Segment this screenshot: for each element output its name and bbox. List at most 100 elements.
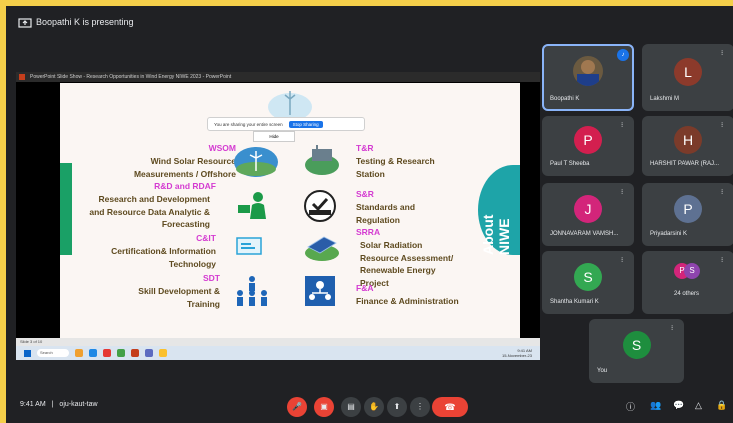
powerpoint-title: PowerPoint Slide Show - Research Opportu…	[30, 74, 232, 80]
tile-options-icon[interactable]: ⁝	[721, 122, 727, 130]
slide-desc-sdt: Skill Development & Training	[138, 286, 220, 309]
participant-name: Lakshmi M	[650, 96, 680, 102]
slide-desc-tr: Testing & Research Station	[356, 156, 435, 179]
participant-name: You	[597, 368, 608, 374]
globe-turbine-icon	[268, 91, 312, 121]
participant-avatar: J	[574, 194, 602, 223]
hide-banner-button[interactable]: Hide	[253, 131, 295, 142]
people-icon[interactable]: 👥	[650, 400, 661, 411]
participant-avatar: P	[574, 126, 602, 154]
participant-tile[interactable]: ⁝♪Boopathi K	[542, 44, 634, 111]
chat-icon[interactable]: 💬	[673, 400, 684, 411]
slide-code-tr: T&R	[356, 143, 374, 153]
solar-panel-icon	[305, 236, 339, 261]
participant-avatar: S	[622, 331, 651, 359]
slide-desc-wsom: Wind Solar Resource Measurements / Offsho…	[133, 156, 236, 179]
certificate-screen-icon	[236, 237, 262, 255]
mic-off-button[interactable]: 🎤	[287, 397, 307, 417]
tile-options-icon[interactable]: ⁝	[721, 50, 727, 58]
raise-hand-button[interactable]: ✋	[364, 397, 384, 417]
slide-code-sr: S&R	[356, 189, 374, 199]
participant-tile[interactable]: ⁝ S You	[589, 319, 684, 383]
stop-sharing-button[interactable]: Stop Sharing	[288, 120, 323, 128]
leave-call-button[interactable]: ☎	[432, 397, 468, 417]
camera-off-button[interactable]: ▣	[314, 397, 334, 417]
powerpoint-titlebar: PowerPoint Slide Show - Research Opportu…	[16, 72, 540, 82]
slide-code-rd: R&D and RDAF	[154, 181, 216, 191]
powerpoint-taskbar-icon[interactable]	[131, 349, 139, 357]
present-screen-icon	[18, 18, 32, 28]
taskbar-clock: 9:41 AM 15-November-23	[501, 348, 532, 358]
about-niwe-label: About NIWE	[480, 214, 512, 255]
slide-desc-fa: Finance & Administration	[356, 296, 459, 306]
slide-code-cit: C&IT	[196, 233, 216, 243]
info-icon[interactable]: ⓘ	[626, 400, 635, 413]
training-group-icon	[237, 276, 267, 306]
tile-options-icon[interactable]: ⁝	[621, 189, 627, 197]
participant-name: Paul T Sheeba	[550, 161, 590, 167]
meet-window: Boopathi K is presenting PowerPoint Slid…	[6, 6, 733, 423]
meeting-clock: 9:41 AM | oju-kaut-taw	[20, 401, 98, 408]
sharing-banner: You are sharing your entire screen Stop …	[207, 117, 365, 131]
speaking-indicator-icon: ♪	[617, 49, 629, 61]
edge-icon[interactable]	[89, 349, 97, 357]
powerpoint-icon	[19, 74, 25, 80]
participant-tile[interactable]: ⁝ H HARSHIT PAWAR (RAJ...	[642, 116, 733, 176]
tile-options-icon[interactable]: ⁝	[621, 257, 627, 265]
taskbar-search[interactable]: Search	[37, 349, 69, 357]
participant-photo	[573, 56, 603, 86]
slide: You are sharing your entire screen Stop …	[60, 83, 520, 338]
slide-code-wsom: WSOM	[208, 143, 236, 153]
researcher-icon	[238, 192, 266, 219]
participant-tile[interactable]: ⁝ P Priyadarsini K	[642, 183, 733, 246]
finance-admin-icon	[305, 276, 335, 306]
tile-options-icon[interactable]: ⁝	[621, 122, 627, 130]
participant-avatar: L	[674, 57, 702, 86]
host-controls-icon[interactable]: 🔒	[716, 400, 727, 411]
activities-icon[interactable]: △	[695, 400, 702, 411]
excel-icon[interactable]	[117, 349, 125, 357]
sharing-banner-text: You are sharing your entire screen	[214, 121, 283, 127]
wind-turbine-icon	[234, 147, 278, 177]
test-station-icon	[305, 145, 339, 175]
file-explorer-icon[interactable]	[75, 349, 83, 357]
tile-options-icon[interactable]: ⁝	[671, 325, 677, 333]
participant-tile[interactable]: ⁝ P S 24 others	[642, 251, 733, 314]
more-options-button[interactable]: ⋮	[410, 397, 430, 417]
folder-icon[interactable]	[159, 349, 167, 357]
participant-avatar: S	[574, 262, 602, 291]
participant-tile[interactable]: ⁝ P Paul T Sheeba	[542, 116, 634, 176]
slide-desc-rd: Research and Development and Resource Dat…	[89, 194, 210, 229]
top-bar: Boopathi K is presenting	[6, 6, 733, 40]
shared-screen: PowerPoint Slide Show - Research Opportu…	[16, 72, 540, 360]
slide-code-sdt: SDT	[203, 273, 220, 283]
participant-tile[interactable]: ⁝ J JONNAVARAM VAMSH...	[542, 183, 634, 246]
present-button[interactable]: ⬆	[387, 397, 407, 417]
participant-tile[interactable]: ⁝ S Shantha Kumari K	[542, 251, 634, 314]
certified-badge-icon	[304, 190, 336, 222]
ppt-status-bar: Slide 3 of 10	[16, 338, 540, 346]
bottom-bar: 9:41 AM | oju-kaut-taw 🎤 ▣ ▤ ✋ ⬆ ⋮ ☎ ⓘ 👥…	[6, 386, 733, 423]
participant-name: 24 others	[674, 290, 700, 297]
others-avatar: S	[684, 263, 700, 279]
tile-options-icon[interactable]: ⁝	[721, 189, 727, 197]
slide-desc-srra: Solar Radiation Resource Assessment/Renew…	[360, 240, 454, 288]
slide-code-srra: SRRA	[356, 227, 381, 237]
windows-start-icon[interactable]	[24, 349, 31, 357]
presenting-label: Boopathi K is presenting	[36, 17, 134, 27]
windows-taskbar: Search 9:41 AM 15-November-23	[16, 346, 540, 360]
chrome-icon[interactable]	[103, 349, 111, 357]
participant-name: Shantha Kumari K	[550, 299, 599, 305]
participant-avatar: P	[674, 194, 702, 223]
slide-desc-sr: Standards and Regulation	[356, 202, 416, 225]
teams-icon[interactable]	[145, 349, 153, 357]
slide-code-fa: F&A	[356, 283, 374, 293]
slide-desc-cit: Certification& Information Technology	[111, 246, 216, 269]
participant-name: Priyadarsini K	[650, 231, 688, 237]
tile-options-icon[interactable]: ⁝	[721, 257, 727, 265]
captions-button[interactable]: ▤	[341, 397, 361, 417]
participant-name: Boopathi K	[550, 96, 580, 102]
participant-tile[interactable]: ⁝ L Lakshmi M	[642, 44, 733, 111]
participant-name: HARSHIT PAWAR (RAJ...	[650, 161, 720, 167]
participant-name: JONNAVARAM VAMSH...	[550, 231, 619, 237]
